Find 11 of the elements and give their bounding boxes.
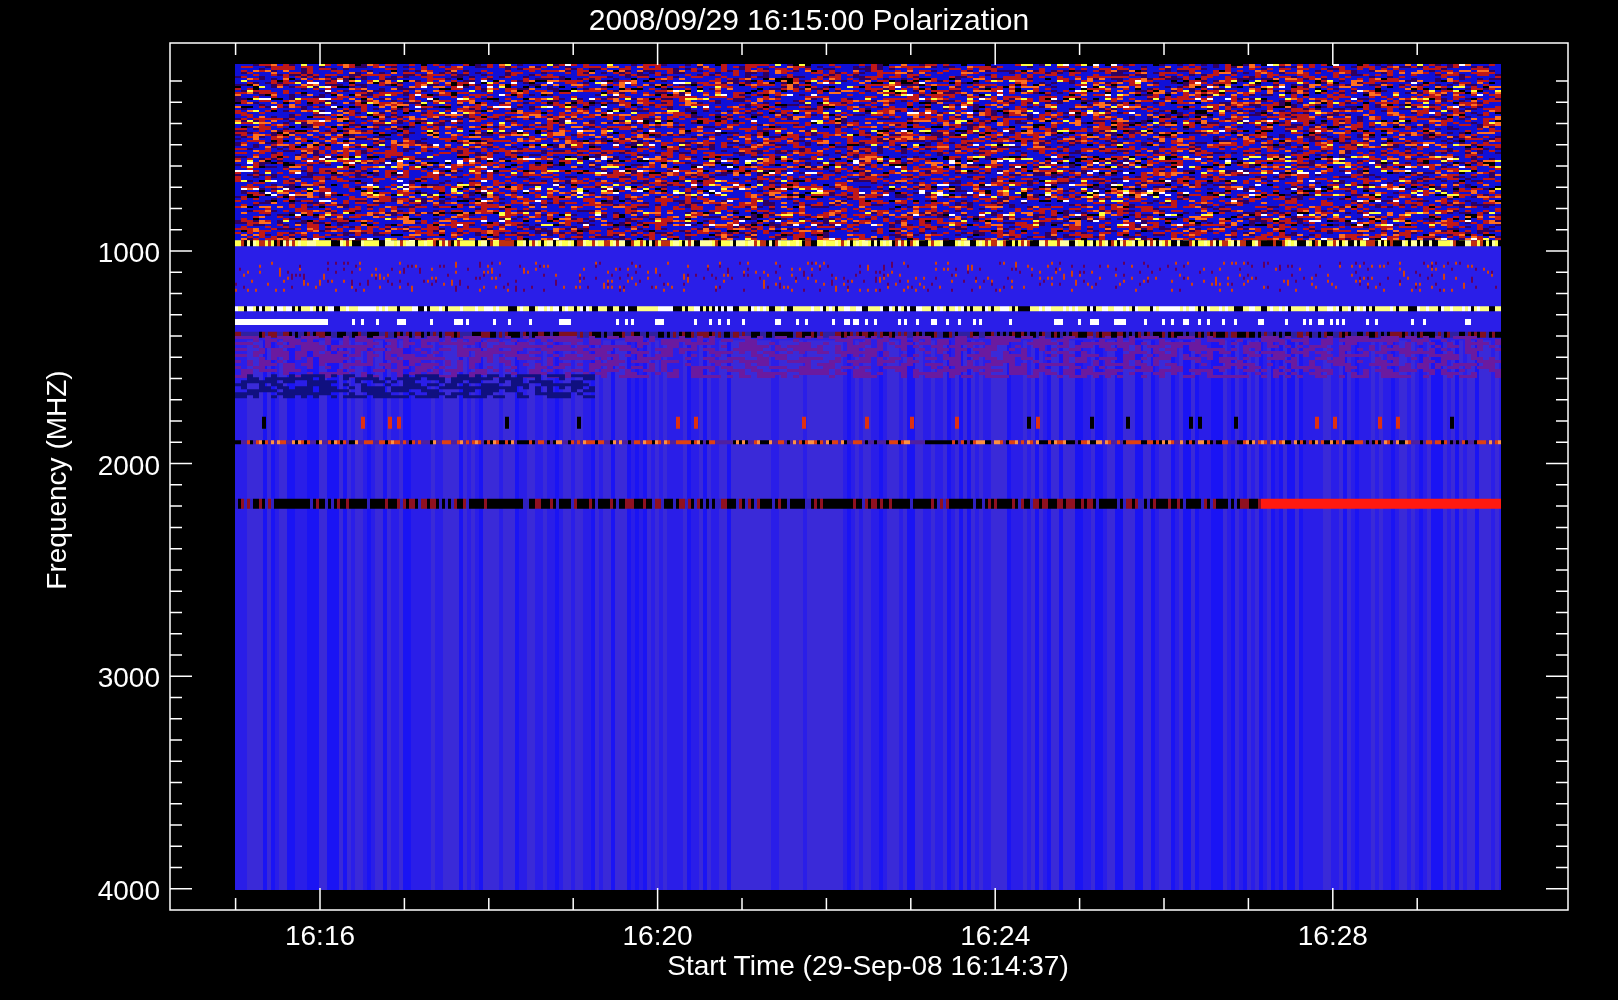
tick-label: 16:28: [1297, 920, 1368, 951]
axis-title: Start Time (29-Sep-08 16:14:37): [667, 950, 1069, 981]
chart-title: 2008/09/29 16:15:00 Polarization: [588, 3, 1030, 36]
tick-label: 3000: [97, 662, 160, 694]
tick-label: 2000: [97, 449, 160, 481]
tick-label: 16:24: [960, 920, 1031, 951]
axis-title: Frequency (MHZ): [41, 370, 72, 590]
tick-label: 16:20: [622, 920, 693, 951]
tick-label: 4000: [97, 874, 160, 906]
tick-label: 1000: [97, 237, 160, 268]
tick-label: 16:16: [284, 920, 356, 951]
